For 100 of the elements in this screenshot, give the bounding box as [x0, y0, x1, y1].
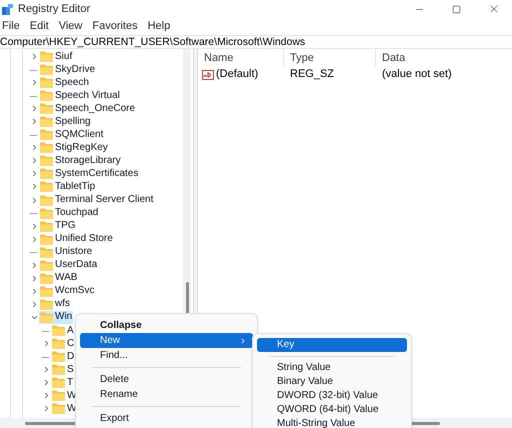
chevron-right-icon[interactable]	[30, 286, 39, 296]
tree-item[interactable]: Speech	[39, 76, 90, 90]
menu-item[interactable]: DWORD (32-bit) Value	[257, 389, 407, 403]
menu-item[interactable]: Key	[257, 338, 407, 352]
folder-icon	[40, 155, 53, 166]
string-value-icon	[202, 70, 214, 80]
chevron-right-icon[interactable]	[42, 378, 51, 388]
folder-icon	[40, 116, 53, 128]
tree-item[interactable]: D	[51, 350, 76, 364]
tree-item[interactable]: Terminal Server Client	[39, 194, 154, 207]
chevron-right-icon[interactable]	[30, 196, 39, 205]
folder-icon	[40, 142, 53, 154]
column-header[interactable]: Type	[284, 49, 376, 67]
menu-bar-item[interactable]: View	[58, 18, 82, 35]
chevron-right-icon[interactable]	[42, 365, 51, 374]
tree-item[interactable]: A	[51, 324, 75, 337]
menu-item[interactable]: Binary Value	[257, 375, 407, 389]
folder-icon	[52, 403, 65, 414]
tree-item[interactable]: WcmSvc	[39, 284, 96, 298]
folder-icon	[40, 246, 53, 258]
menu-item[interactable]: New	[80, 333, 253, 348]
folder-icon	[40, 260, 53, 271]
chevron-right-icon[interactable]	[30, 300, 39, 309]
tree-item[interactable]: Win	[39, 310, 74, 324]
folder-icon	[52, 325, 65, 336]
table-cell-text: (Default)	[216, 67, 258, 82]
tree-item[interactable]: Spelling	[39, 115, 92, 128]
chevron-right-icon[interactable]	[30, 117, 39, 126]
menu-bar-item[interactable]: File	[2, 18, 20, 35]
chevron-right-icon[interactable]	[30, 260, 39, 270]
folder-icon	[40, 234, 53, 245]
menu-item[interactable]: Export	[80, 411, 253, 426]
folder-icon	[40, 286, 53, 297]
chevron-right-icon[interactable]	[30, 274, 39, 283]
table-cell: (value not set)	[382, 68, 452, 80]
tree-item[interactable]: UserData	[39, 258, 98, 272]
address-bar[interactable]: Computer\HKEY_CURRENT_USER\Software\Microsoft\Windows	[0, 35, 512, 49]
tree-item[interactable]: StigRegKey	[39, 141, 109, 154]
folder-icon	[52, 390, 65, 402]
maximize-icon	[452, 4, 461, 14]
menu-item[interactable]: QWORD (64-bit) Value	[257, 403, 407, 417]
tree-item[interactable]: StorageLibrary	[39, 154, 122, 168]
tree-item[interactable]: T	[51, 376, 74, 390]
chevron-right-icon[interactable]	[30, 169, 39, 178]
chevron-right-icon[interactable]	[42, 339, 51, 348]
menu-item[interactable]: Find...	[80, 348, 253, 363]
tree-item[interactable]: SQMClient	[39, 128, 104, 142]
menu-item[interactable]: Delete	[80, 372, 253, 387]
table-cell: REG_SZ	[290, 68, 334, 80]
menu-item[interactable]: Rename	[80, 387, 253, 402]
chevron-right-icon[interactable]	[30, 222, 39, 231]
folder-icon	[40, 298, 53, 310]
tree-item[interactable]: wfs	[39, 298, 71, 311]
menu-bar-item[interactable]: Help	[148, 18, 170, 35]
chevron-right-icon[interactable]	[42, 391, 51, 400]
folder-icon	[40, 129, 53, 140]
menu-item[interactable]: String Value	[257, 361, 407, 375]
folder-icon	[40, 90, 53, 102]
folder-icon	[40, 64, 53, 76]
tree-item[interactable]: Speech Virtual	[39, 89, 121, 102]
chevron-right-icon[interactable]	[42, 404, 51, 414]
folder-icon	[40, 181, 53, 192]
folder-icon	[40, 51, 53, 62]
tree-item[interactable]: Unistore	[39, 246, 94, 259]
tree-item[interactable]: SystemCertificates	[39, 167, 140, 180]
tree-item[interactable]: C	[51, 337, 76, 350]
registry-app-icon	[2, 4, 13, 14]
folder-icon	[40, 312, 53, 323]
tree-item[interactable]: Speech_OneCore	[39, 102, 136, 116]
scrollbar-thumb[interactable]	[410, 422, 440, 424]
folder-icon	[40, 194, 53, 206]
menu-bar-item[interactable]: Edit	[30, 18, 49, 35]
tree-item[interactable]: TabletTip	[39, 180, 96, 194]
tree-item[interactable]: S	[51, 363, 75, 376]
chevron-right-icon[interactable]	[30, 52, 39, 62]
tree-item[interactable]: Unified Store	[39, 232, 114, 246]
menu-item[interactable]: Multi-String Value	[257, 417, 407, 428]
folder-icon	[40, 220, 53, 232]
folder-icon	[40, 77, 53, 88]
tree-item[interactable]: Touchpad	[39, 206, 100, 220]
chevron-right-icon[interactable]	[30, 234, 39, 244]
scrollbar-thumb[interactable]	[186, 282, 188, 314]
menu-bar-item[interactable]: Favorites	[92, 18, 138, 35]
tree-item[interactable]: WAB	[39, 272, 78, 285]
chevron-right-icon[interactable]	[30, 182, 39, 192]
folder-icon	[52, 364, 65, 376]
tree-item[interactable]: SkyDrive	[39, 63, 96, 76]
column-header[interactable]: Data	[376, 49, 512, 67]
folder-icon	[40, 103, 53, 114]
tree-item[interactable]: TPG	[39, 220, 77, 233]
folder-icon	[40, 208, 53, 219]
tree-item[interactable]: Siuf	[39, 50, 74, 64]
chevron-right-icon[interactable]	[30, 143, 39, 152]
chevron-right-icon[interactable]	[30, 78, 39, 88]
folder-icon	[40, 272, 53, 284]
menu-item[interactable]: Collapse	[80, 318, 253, 333]
folder-icon	[52, 338, 65, 350]
column-header[interactable]: Name	[198, 49, 284, 67]
chevron-right-icon[interactable]	[30, 156, 39, 166]
chevron-right-icon[interactable]	[30, 104, 39, 114]
